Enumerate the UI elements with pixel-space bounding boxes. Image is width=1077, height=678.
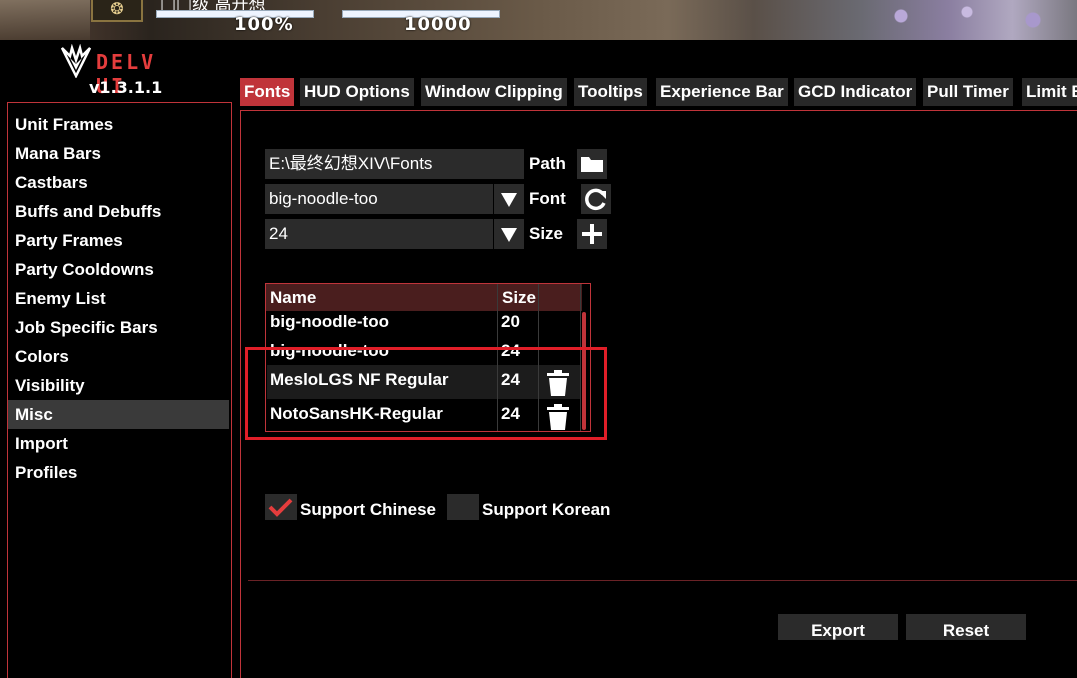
- job-icon: ❂: [91, 0, 143, 22]
- tab-pull-timer[interactable]: Pull Timer: [923, 78, 1013, 106]
- refresh-icon: [585, 188, 606, 211]
- font-label: Font: [529, 189, 566, 208]
- tab-tooltips[interactable]: Tooltips: [574, 78, 647, 106]
- mp-value: 10000: [404, 14, 472, 35]
- support-chinese-checkbox[interactable]: [265, 494, 297, 520]
- tab-limit-break[interactable]: Limit B: [1022, 78, 1077, 106]
- browse-folder-button[interactable]: [577, 149, 607, 179]
- tab-window-clipping[interactable]: Window Clipping: [421, 78, 567, 106]
- sidebar-item-colors[interactable]: Colors: [8, 342, 229, 371]
- hp-percent: 100%: [234, 14, 294, 35]
- export-button[interactable]: Export: [778, 614, 898, 640]
- sidebar-item-enemy-list[interactable]: Enemy List: [8, 284, 229, 313]
- sidebar-item-castbars[interactable]: Castbars: [8, 168, 229, 197]
- sidebar-item-profiles[interactable]: Profiles: [8, 458, 229, 487]
- path-input[interactable]: E:\最终幻想XIV\Fonts: [265, 149, 524, 179]
- reload-fonts-button[interactable]: [581, 184, 611, 214]
- folder-icon: [581, 157, 603, 172]
- sidebar-item-misc[interactable]: Misc: [8, 400, 229, 429]
- reset-button[interactable]: Reset: [906, 614, 1026, 640]
- checkmark-icon: [268, 498, 293, 517]
- size-select[interactable]: 24: [265, 219, 493, 249]
- plus-icon: [582, 224, 602, 244]
- tab-experience-bar[interactable]: Experience Bar: [656, 78, 788, 106]
- game-scenery: [0, 0, 90, 40]
- delvui-logo: DELV UI: [58, 44, 178, 98]
- flower-decor: [857, 0, 1077, 40]
- sidebar-item-party-cooldowns[interactable]: Party Cooldowns: [8, 255, 229, 284]
- size-label: Size: [529, 224, 564, 243]
- sidebar-item-buffs-debuffs[interactable]: Buffs and Debuffs: [8, 197, 229, 226]
- sidebar-item-import[interactable]: Import: [8, 429, 229, 458]
- path-label: Path: [529, 154, 566, 173]
- section-divider: [248, 580, 1077, 581]
- support-korean-checkbox[interactable]: [447, 494, 479, 520]
- sidebar-item-unit-frames[interactable]: Unit Frames: [8, 110, 229, 139]
- support-chinese-label[interactable]: Support Chinese: [300, 500, 436, 520]
- font-dropdown-arrow-icon[interactable]: [494, 184, 524, 214]
- wings-logo-icon: [60, 44, 92, 78]
- add-font-button[interactable]: [577, 219, 607, 249]
- sidebar: Unit Frames Mana Bars Castbars Buffs and…: [7, 102, 232, 678]
- sidebar-item-visibility[interactable]: Visibility: [8, 371, 229, 400]
- size-dropdown-arrow-icon[interactable]: [494, 219, 524, 249]
- tab-gcd-indicator[interactable]: GCD Indicator: [794, 78, 917, 106]
- sidebar-item-party-frames[interactable]: Party Frames: [8, 226, 229, 255]
- highlight-annotation: [245, 347, 607, 440]
- version-label: v1.3.1.1: [89, 78, 163, 97]
- support-korean-label[interactable]: Support Korean: [482, 500, 610, 520]
- sidebar-item-job-specific-bars[interactable]: Job Specific Bars: [8, 313, 229, 342]
- sidebar-item-mana-bars[interactable]: Mana Bars: [8, 139, 229, 168]
- tab-fonts[interactable]: Fonts: [240, 78, 295, 106]
- tab-hud-options[interactable]: HUD Options: [300, 78, 414, 106]
- font-select[interactable]: big-noodle-too: [265, 184, 493, 214]
- table-header-actions: [538, 284, 582, 311]
- game-background: ❂ □□级 高升想 100% 10000: [0, 0, 1077, 40]
